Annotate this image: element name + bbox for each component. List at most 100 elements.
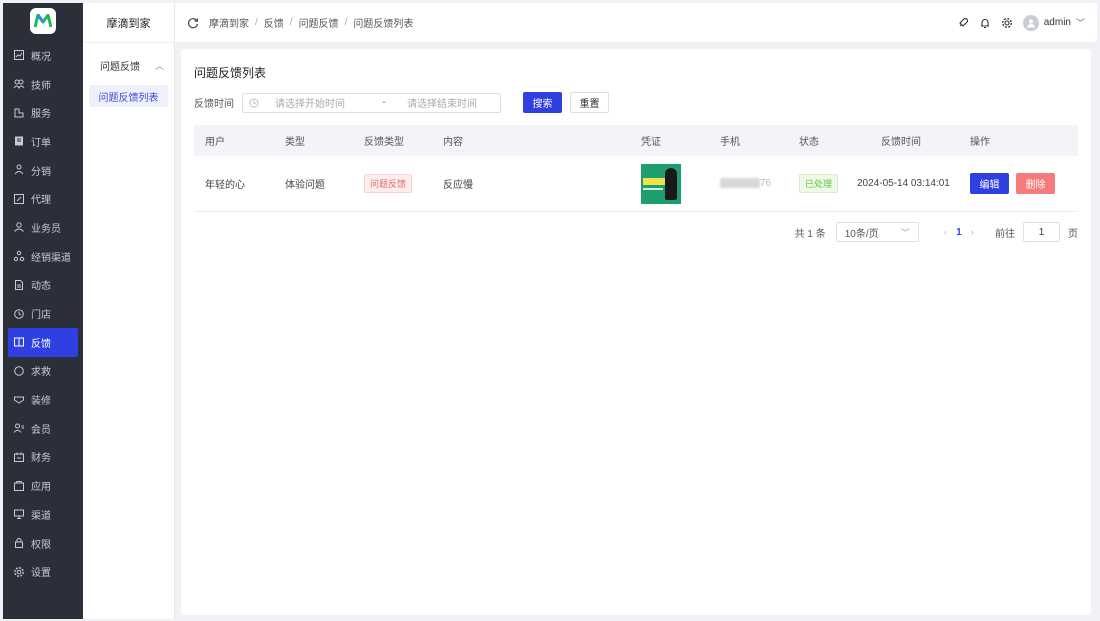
rocket-icon[interactable] [957, 17, 969, 29]
edit-button[interactable]: 编辑 [970, 173, 1009, 194]
chevron-down-icon: ﹀ [900, 227, 910, 238]
header-actions: admin ﹀ [957, 14, 1085, 31]
goto-label: 前往 [995, 228, 1015, 240]
chevron-down-icon: ﹀ [1075, 18, 1085, 28]
user-menu[interactable]: admin ﹀ [1022, 14, 1085, 31]
secondary-menu: 摩滴到家 问题反馈 ︿ 问题反馈列表 [83, 3, 175, 619]
bell-icon[interactable] [979, 17, 991, 29]
nav-item-label: 服务 [31, 109, 51, 121]
search-button[interactable]: 搜索 [523, 92, 562, 113]
nav-item-label: 权限 [31, 539, 51, 551]
nav-item-order[interactable]: 订单 [3, 127, 83, 156]
team-icon [13, 78, 25, 90]
nav-item-app[interactable]: 应用 [3, 471, 83, 500]
submenu-item-feedback-list[interactable]: 问题反馈列表 [89, 85, 168, 107]
nav-item-share[interactable]: 分销 [3, 156, 83, 185]
cell-time: 2024-05-14 03:14:01 [857, 178, 950, 189]
pagination: 共 1 条 10条/页 ﹀ ‹ 1 › 前往 1 页 [795, 222, 1078, 242]
cell-user: 年轻的心 [205, 180, 245, 191]
breadcrumb-current: 问题反馈列表 [353, 19, 414, 30]
cell-ops: 编辑 删除 [970, 173, 1055, 194]
nav-item-chart[interactable]: 概况 [3, 41, 83, 70]
th-ops: 操作 [970, 137, 990, 148]
breadcrumb-item[interactable]: 问题反馈 [299, 15, 339, 30]
app-logo[interactable] [30, 8, 56, 34]
nav-item-label: 动态 [31, 281, 51, 293]
nav-item-label: 经销渠道 [31, 252, 71, 264]
th-user: 用户 [205, 137, 225, 148]
feedback-table: 用户 类型 反馈类型 内容 凭证 手机 状态 反馈时间 操作 年轻的心 体验问题… [194, 125, 1078, 212]
cell-type: 体验问题 [285, 180, 325, 191]
nav-item-store[interactable]: 门店 [3, 299, 83, 328]
table-row: 年轻的心 体验问题 问题反馈 反应慢 76 已处理 2024-05-14 03:… [194, 156, 1078, 212]
nav-item-finance[interactable]: 财务 [3, 443, 83, 472]
cell-phone: 76 [720, 178, 771, 189]
breadcrumb-item[interactable]: 反馈 [264, 15, 284, 30]
page-size-value: 10条/页 [844, 228, 879, 240]
nav-item-agent[interactable]: 代理 [3, 184, 83, 213]
range-separator: - [382, 97, 386, 108]
main-sidebar: 概况技师服务订单分销代理业务员经销渠道动态门店 反馈求救装修 会员 财务应用渠道权限设… [3, 3, 83, 619]
nav-item-doc[interactable]: 动态 [3, 271, 83, 300]
page-title: 问题反馈列表 [194, 66, 267, 80]
nav-item-brush[interactable]: 装修 [3, 385, 83, 414]
nav-item-lock[interactable]: 权限 [3, 529, 83, 558]
nav-item-label: 应用 [31, 482, 51, 494]
page-size-select[interactable]: 10条/页 ﹀ [835, 222, 919, 242]
reset-button[interactable]: 重置 [570, 92, 609, 113]
channel-icon [13, 508, 25, 520]
cell-status: 已处理 [799, 174, 839, 193]
nav-item-service[interactable]: 服务 [3, 98, 83, 127]
th-time: 反馈时间 [881, 137, 921, 148]
proof-image-thumbnail[interactable] [641, 163, 681, 204]
nav-item-user[interactable]: 业务员 [3, 213, 83, 242]
phone-redacted [720, 178, 760, 189]
member-icon [13, 422, 25, 434]
nav-item-gear[interactable]: 设置 [3, 557, 83, 586]
brush-icon [13, 394, 25, 406]
nav-item-circle[interactable]: 求救 [3, 357, 83, 386]
breadcrumb: 摩滴到家 / 反馈 / 问题反馈 / 问题反馈列表 [209, 15, 414, 30]
nav-item-label: 分销 [31, 166, 51, 178]
nav-item-label: 技师 [31, 80, 51, 92]
nav-item-label: 代理 [31, 195, 51, 207]
goto-page-input[interactable]: 1 [1023, 222, 1060, 242]
gear-icon [13, 566, 25, 578]
network-icon [13, 250, 25, 262]
finance-icon [13, 451, 25, 463]
filter-bar: 反馈时间 请选择开始时间 - 请选择结束时间 搜索 重置 [194, 92, 609, 113]
agent-icon [13, 193, 25, 205]
delete-button[interactable]: 删除 [1016, 173, 1055, 194]
th-type: 类型 [285, 137, 305, 148]
breadcrumb-item[interactable]: 摩滴到家 [209, 15, 249, 30]
logo-area [3, 3, 83, 39]
top-header: 摩滴到家 / 反馈 / 问题反馈 / 问题反馈列表 admin ﹀ [175, 3, 1097, 43]
cell-content: 反应慢 [443, 180, 473, 191]
nav-item-label: 渠道 [31, 510, 51, 522]
table-header: 用户 类型 反馈类型 内容 凭证 手机 状态 反馈时间 操作 [194, 125, 1078, 156]
next-page-icon[interactable]: › [971, 227, 974, 238]
refresh-icon[interactable] [187, 17, 199, 29]
nav-item-label: 设置 [31, 568, 51, 580]
submenu-group-feedback[interactable]: 问题反馈 ︿ [83, 45, 174, 85]
nav-item-book[interactable]: 反馈 [8, 327, 78, 357]
nav-item-network[interactable]: 经销渠道 [3, 242, 83, 271]
gear-icon[interactable] [1001, 17, 1013, 29]
nav-item-label: 求救 [31, 367, 51, 379]
start-date-placeholder[interactable]: 请选择开始时间 [275, 95, 361, 110]
prev-page-icon[interactable]: ‹ [944, 227, 947, 238]
share-icon [13, 164, 25, 176]
nav-item-label: 业务员 [31, 223, 61, 235]
main-panel: 问题反馈列表 反馈时间 请选择开始时间 - 请选择结束时间 搜索 重置 用户 类… [181, 49, 1091, 615]
nav-item-member[interactable]: 会员 [3, 414, 83, 443]
order-icon [13, 135, 25, 147]
nav-item-team[interactable]: 技师 [3, 70, 83, 99]
clock-icon [249, 98, 259, 108]
nav-item-channel[interactable]: 渠道 [3, 500, 83, 529]
status-badge: 已处理 [799, 174, 839, 193]
date-range-picker[interactable]: 请选择开始时间 - 请选择结束时间 [242, 92, 501, 113]
end-date-placeholder[interactable]: 请选择结束时间 [407, 95, 477, 110]
page-number-current[interactable]: 1 [956, 227, 962, 238]
cell-feedback-type: 问题反馈 [364, 174, 413, 193]
th-proof: 凭证 [641, 137, 661, 148]
